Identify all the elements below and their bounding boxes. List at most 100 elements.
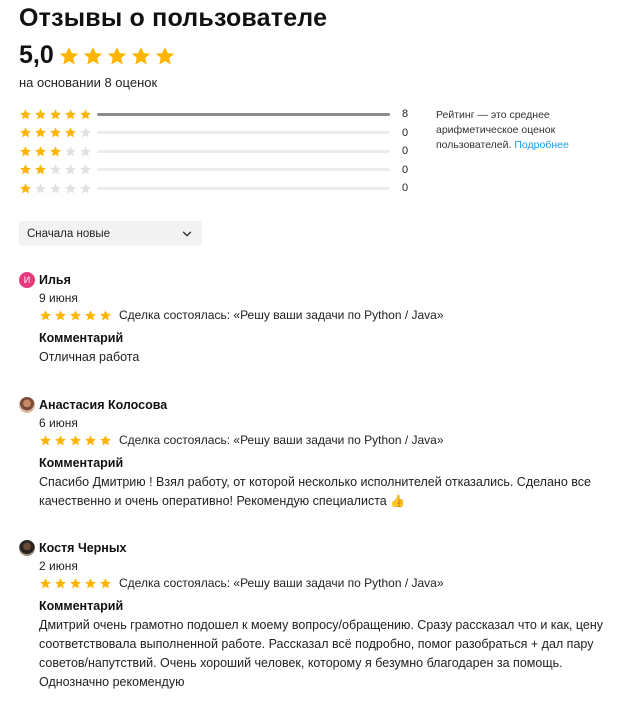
review-date: 2 июня bbox=[39, 559, 78, 573]
distribution-count: 0 bbox=[402, 163, 409, 176]
deal-text: Сделка состоялась: «Решу ваши задачи по … bbox=[119, 576, 444, 590]
avatar[interactable] bbox=[19, 540, 35, 556]
star-filled-icon bbox=[85, 577, 96, 588]
comment-text: Спасибо Дмитрию ! Взял работу, от которо… bbox=[39, 473, 604, 511]
star-filled-icon bbox=[40, 577, 51, 588]
star-empty-icon bbox=[80, 145, 91, 157]
star-filled-icon bbox=[20, 108, 31, 120]
star-empty-icon bbox=[80, 127, 91, 138]
star-empty-icon bbox=[50, 164, 61, 175]
star-filled-icon bbox=[20, 164, 31, 175]
reviewer-name[interactable]: Костя Черных bbox=[39, 541, 127, 555]
distribution-bar bbox=[97, 131, 390, 135]
star-filled-icon bbox=[83, 46, 102, 64]
star-filled-icon bbox=[35, 108, 46, 120]
reviewer-name[interactable]: Илья bbox=[39, 273, 71, 287]
star-filled-icon bbox=[50, 108, 61, 120]
review-date: 6 июня bbox=[39, 416, 78, 430]
star-empty-icon bbox=[65, 182, 76, 194]
star-filled-icon bbox=[155, 46, 174, 64]
star-filled-icon bbox=[65, 108, 76, 120]
star-filled-icon bbox=[50, 145, 61, 157]
distribution-count: 8 bbox=[402, 108, 409, 121]
star-filled-icon bbox=[20, 182, 31, 194]
reviewer-name[interactable]: Анастасия Колосова bbox=[39, 398, 167, 412]
comment-label: Комментарий bbox=[39, 456, 124, 470]
distribution-count: 0 bbox=[402, 182, 409, 195]
star-empty-icon bbox=[80, 164, 91, 175]
star-filled-icon bbox=[35, 127, 46, 138]
thumbs-up-icon: 👍 bbox=[390, 494, 406, 508]
avatar[interactable] bbox=[19, 397, 35, 413]
comment-text: Отличная работа bbox=[39, 350, 140, 364]
distribution-row: 0 bbox=[19, 124, 414, 143]
comment-text: Дмитрий очень грамотно подошел к моему в… bbox=[39, 618, 604, 689]
distribution-stars bbox=[19, 108, 97, 121]
star-filled-icon bbox=[59, 46, 78, 64]
distribution-count: 0 bbox=[402, 145, 409, 158]
review-item: И Илья 9 июня Сделка состоялась: «Решу в… bbox=[19, 271, 609, 367]
page-title: Отзывы о пользователе bbox=[19, 4, 328, 32]
deal-text: Сделка состоялась: «Решу ваши задачи по … bbox=[119, 433, 444, 447]
star-filled-icon bbox=[107, 46, 126, 64]
more-info-link[interactable]: Подробнее bbox=[514, 139, 568, 151]
distribution-row: 0 bbox=[19, 142, 414, 161]
star-filled-icon bbox=[55, 434, 66, 445]
review-item: Анастасия Колосова 6 июня Сделка состоял… bbox=[19, 396, 609, 511]
star-filled-icon bbox=[65, 127, 76, 138]
review-item: Костя Черных 2 июня Сделка состоялась: «… bbox=[19, 539, 609, 692]
distribution-row: 8 bbox=[19, 105, 414, 124]
star-filled-icon bbox=[80, 108, 91, 120]
distribution-row: 0 bbox=[19, 179, 414, 198]
star-filled-icon bbox=[20, 145, 31, 157]
distribution-count: 0 bbox=[402, 126, 409, 139]
star-empty-icon bbox=[80, 182, 91, 194]
star-filled-icon bbox=[40, 309, 51, 320]
star-filled-icon bbox=[85, 309, 96, 320]
distribution-bar bbox=[97, 186, 390, 190]
sort-label: Сначала новые bbox=[27, 227, 111, 240]
rating-stars bbox=[58, 45, 178, 67]
comment-label: Комментарий bbox=[39, 331, 124, 345]
star-filled-icon bbox=[40, 434, 51, 445]
distribution-stars bbox=[19, 126, 97, 139]
distribution-stars bbox=[19, 145, 97, 158]
sort-dropdown[interactable]: Сначала новые bbox=[19, 221, 202, 246]
rating-score: 5,0 bbox=[19, 41, 54, 69]
reviews-page: Отзывы о пользователе 5,0 на основании 8… bbox=[0, 0, 621, 713]
review-stars bbox=[39, 309, 114, 322]
review-date: 9 июня bbox=[39, 291, 78, 305]
star-filled-icon bbox=[35, 164, 46, 175]
rating-count: на основании 8 оценок bbox=[19, 75, 158, 90]
distribution-bar bbox=[97, 168, 390, 172]
star-filled-icon bbox=[55, 309, 66, 320]
star-filled-icon bbox=[100, 434, 111, 445]
star-filled-icon bbox=[70, 577, 81, 588]
comment-label: Комментарий bbox=[39, 599, 124, 613]
rating-distribution: 8 0 0 0 0 bbox=[19, 105, 414, 198]
star-filled-icon bbox=[70, 434, 81, 445]
overall-rating: 5,0 bbox=[19, 41, 178, 70]
distribution-bar-fill bbox=[97, 112, 390, 116]
star-filled-icon bbox=[20, 127, 31, 138]
star-empty-icon bbox=[50, 182, 61, 194]
star-filled-icon bbox=[85, 434, 96, 445]
star-empty-icon bbox=[65, 145, 76, 157]
star-filled-icon bbox=[70, 309, 81, 320]
rating-note: Рейтинг — это среднее арифметическое оце… bbox=[436, 108, 606, 153]
comment-body: Спасибо Дмитрию ! Взял работу, от которо… bbox=[39, 475, 591, 508]
star-empty-icon bbox=[65, 164, 76, 175]
star-filled-icon bbox=[50, 127, 61, 138]
deal-text: Сделка состоялась: «Решу ваши задачи по … bbox=[119, 308, 444, 322]
distribution-row: 0 bbox=[19, 161, 414, 180]
star-filled-icon bbox=[35, 145, 46, 157]
distribution-bar bbox=[97, 149, 390, 153]
star-empty-icon bbox=[35, 182, 46, 194]
review-stars bbox=[39, 577, 114, 590]
star-filled-icon bbox=[100, 577, 111, 588]
star-filled-icon bbox=[55, 577, 66, 588]
review-stars bbox=[39, 434, 114, 447]
avatar[interactable]: И bbox=[19, 272, 35, 288]
distribution-bar bbox=[97, 112, 390, 116]
star-filled-icon bbox=[100, 309, 111, 320]
